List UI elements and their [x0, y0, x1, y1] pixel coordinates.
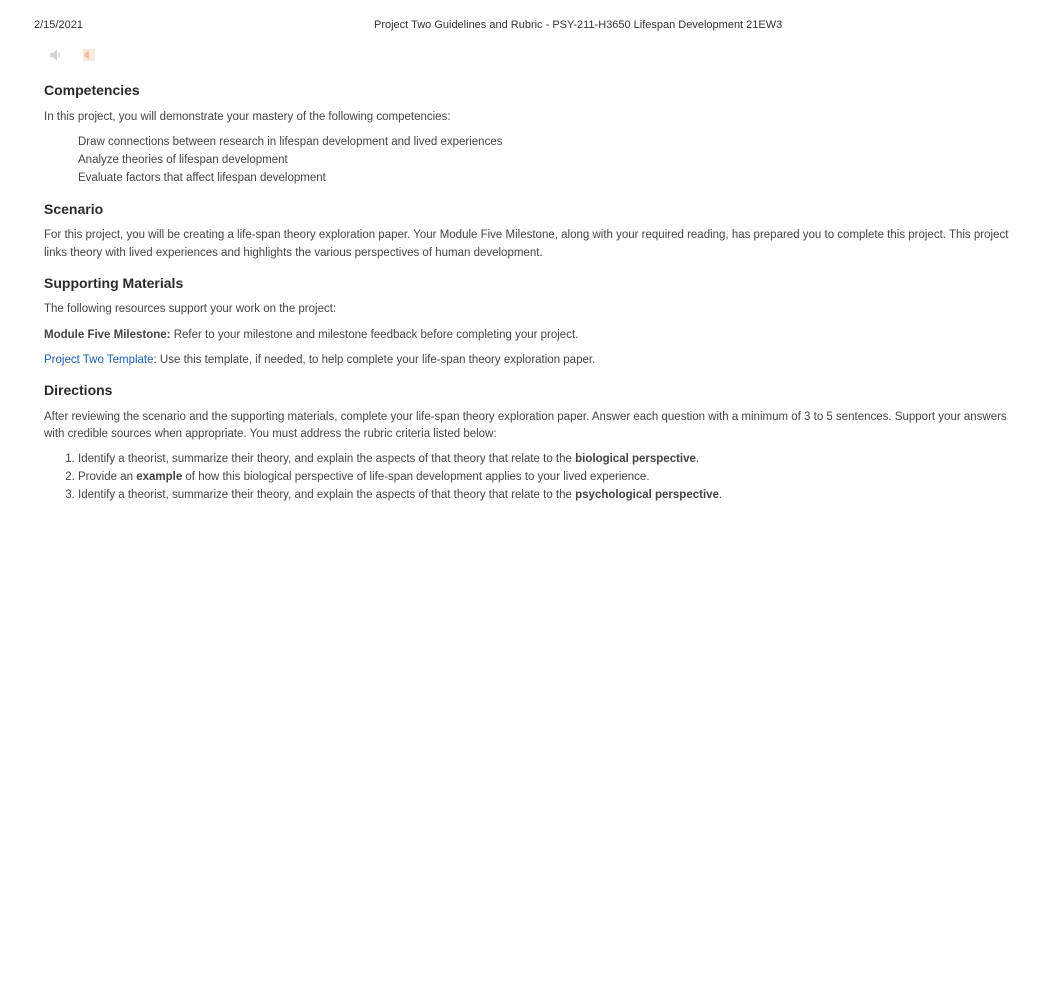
directions-heading: Directions [44, 381, 1028, 401]
page-header: 2/15/2021 Project Two Guidelines and Rub… [34, 18, 1028, 33]
competencies-heading: Competencies [44, 81, 1028, 101]
competencies-intro: In this project, you will demonstrate yo… [44, 109, 1028, 126]
directions-list: Identify a theorist, summarize their the… [78, 451, 1028, 504]
item-bold: biological perspective [575, 453, 696, 465]
list-item: Draw connections between research in lif… [78, 134, 1028, 152]
template-link[interactable]: Project Two Template [44, 354, 154, 366]
item-pre: Provide an [78, 471, 136, 483]
scenario-body: For this project, you will be creating a… [44, 227, 1028, 262]
competencies-list: Draw connections between research in lif… [78, 134, 1028, 187]
item-pre: Identify a theorist, summarize their the… [78, 453, 575, 465]
item-post: . [696, 453, 699, 465]
item-bold: example [136, 471, 182, 483]
supporting-line-2: Project Two Template: Use this template,… [44, 352, 1028, 369]
supporting-intro: The following resources support your wor… [44, 301, 1028, 318]
item-pre: Identify a theorist, summarize their the… [78, 489, 575, 501]
readspeaker-icon[interactable] [76, 43, 102, 67]
scenario-heading: Scenario [44, 200, 1028, 220]
list-item: Identify a theorist, summarize their the… [78, 451, 1028, 469]
template-text: : Use this template, if needed, to help … [154, 354, 596, 366]
item-bold: psychological perspective [575, 489, 719, 501]
header-title: Project Two Guidelines and Rubric - PSY-… [374, 18, 1028, 33]
milestone-text: Refer to your milestone and milestone fe… [171, 329, 579, 341]
list-item: Analyze theories of lifespan development [78, 152, 1028, 170]
supporting-line-1: Module Five Milestone: Refer to your mil… [44, 327, 1028, 344]
supporting-heading: Supporting Materials [44, 274, 1028, 294]
directions-intro: After reviewing the scenario and the sup… [44, 409, 1028, 444]
list-item: Provide an example of how this biologica… [78, 469, 1028, 487]
header-date: 2/15/2021 [34, 18, 374, 33]
item-post: . [719, 489, 722, 501]
list-item: Identify a theorist, summarize their the… [78, 487, 1028, 505]
item-post: of how this biological perspective of li… [182, 471, 649, 483]
toolbar-icons [34, 43, 1028, 67]
listen-icon[interactable] [44, 43, 70, 67]
milestone-label: Module Five Milestone: [44, 329, 171, 341]
list-item: Evaluate factors that affect lifespan de… [78, 170, 1028, 188]
faded-content-region [44, 545, 1028, 595]
